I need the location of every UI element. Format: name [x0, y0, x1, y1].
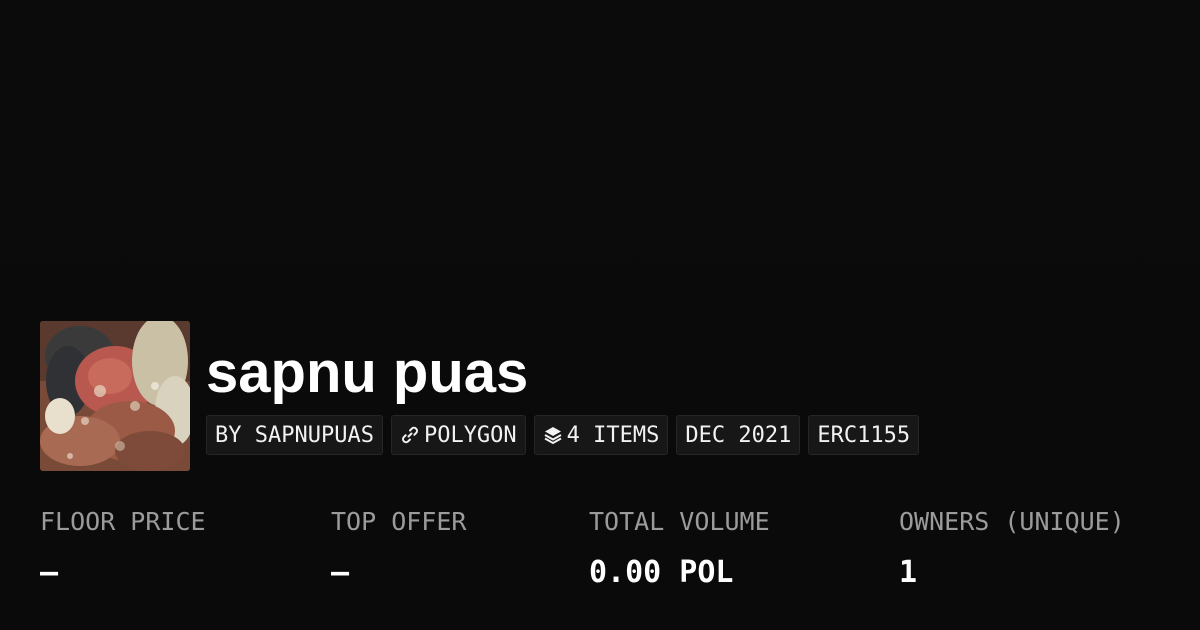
chain-chip-label: POLYGON	[423, 422, 517, 448]
total-volume-value: 0.00 POL	[589, 555, 734, 590]
creator-chip-label: BY SAPNUPUAS	[215, 422, 374, 448]
top-offer-label: TOP OFFER	[331, 507, 467, 536]
top-offer-value: –	[331, 555, 350, 590]
creator-chip[interactable]: BY SAPNUPUAS	[206, 415, 383, 455]
created-date-chip-label: DEC 2021	[685, 422, 792, 448]
total-volume-stat: TOTAL VOLUME 0.00 POL	[589, 506, 770, 590]
items-count-chip[interactable]: 4 ITEMS	[533, 415, 669, 455]
token-standard-chip-label: ERC1155	[817, 422, 911, 448]
token-standard-chip: ERC1155	[808, 415, 920, 455]
owners-label: OWNERS (UNIQUE)	[899, 507, 1125, 536]
total-volume-label: TOTAL VOLUME	[589, 507, 770, 536]
items-count-chip-label: 4 ITEMS	[566, 422, 660, 448]
top-offer-stat: TOP OFFER –	[331, 506, 466, 590]
owners-value: 1	[899, 555, 918, 590]
collection-meta-chips: BY SAPNUPUAS POLYGON 4 ITEMS DEC 2021 ER…	[206, 415, 920, 455]
owners-stat: OWNERS (UNIQUE) 1	[899, 506, 1125, 590]
floor-price-value: –	[40, 555, 59, 590]
layers-icon	[543, 425, 563, 445]
collection-title: sapnu puas	[206, 340, 529, 405]
floor-price-label: FLOOR PRICE	[40, 507, 206, 536]
floor-price-stat: FLOOR PRICE –	[40, 506, 206, 590]
collection-avatar	[40, 321, 190, 471]
collection-artwork-image	[40, 321, 190, 471]
created-date-chip: DEC 2021	[676, 415, 801, 455]
chain-link-icon	[400, 425, 420, 445]
og-card: sapnu puas BY SAPNUPUAS POLYGON 4 ITEMS …	[0, 0, 1200, 630]
chain-chip[interactable]: POLYGON	[390, 415, 526, 455]
